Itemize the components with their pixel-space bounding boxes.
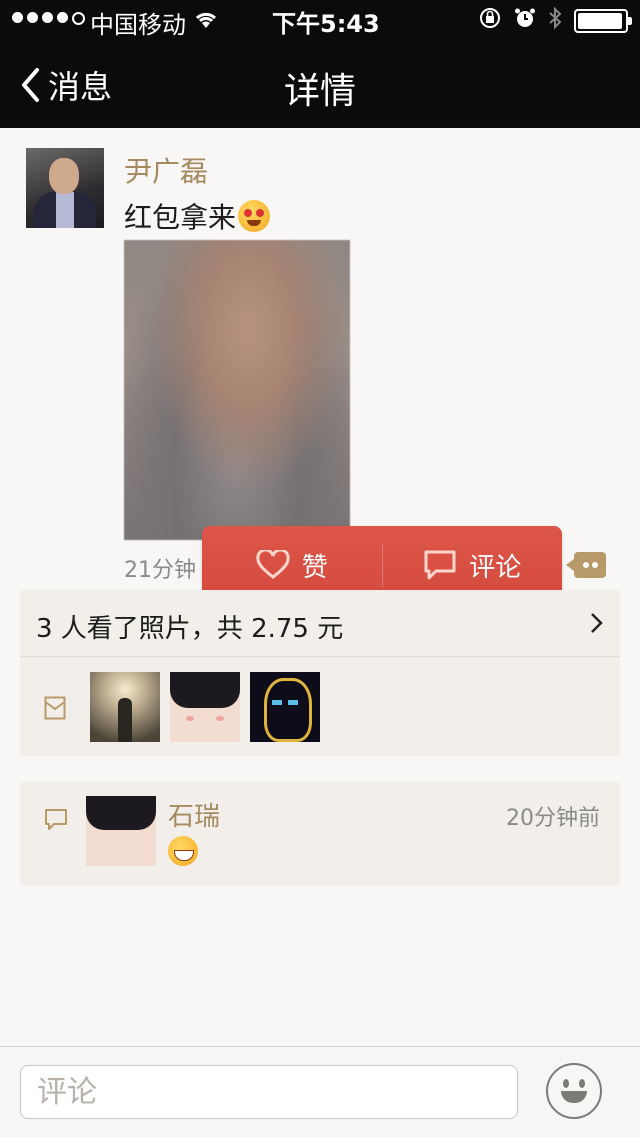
comment-bar bbox=[0, 1046, 640, 1137]
page-title: 详情 bbox=[283, 71, 356, 112]
viewer-avatar[interactable] bbox=[250, 672, 320, 742]
comment-bubble-icon bbox=[424, 550, 456, 580]
comment-time: 20分钟前 bbox=[506, 806, 600, 831]
alarm-icon bbox=[514, 7, 536, 35]
viewers-panel: 3 人看了照片，共 2.75 元 bbox=[20, 590, 620, 756]
blurred-photo[interactable] bbox=[124, 240, 350, 540]
status-time: 下午5:43 bbox=[272, 10, 380, 38]
top-bar: 中国移动 下午5:43 消息 详情 bbox=[0, 0, 640, 128]
like-label: 赞 bbox=[301, 552, 328, 583]
grin-emoji-icon bbox=[168, 836, 198, 866]
viewers-summary: 3 人看了照片，共 2.75 元 bbox=[36, 614, 344, 644]
bluetooth-icon bbox=[548, 6, 562, 36]
battery-icon bbox=[574, 9, 632, 33]
commenter-avatar[interactable] bbox=[86, 796, 156, 866]
comment-input[interactable] bbox=[20, 1065, 518, 1119]
viewers-summary-row[interactable]: 3 人看了照片，共 2.75 元 bbox=[20, 590, 620, 657]
post-text-content: 红包拿来 bbox=[124, 201, 237, 234]
rotation-lock-icon bbox=[478, 6, 502, 36]
emoji-button[interactable] bbox=[546, 1063, 602, 1119]
author-name[interactable]: 尹广磊 bbox=[124, 150, 208, 190]
signal-strength-icon bbox=[12, 12, 85, 25]
post-text: 红包拿来 bbox=[124, 196, 271, 236]
comments-panel: 石瑞 20分钟前 bbox=[20, 782, 620, 886]
viewer-avatar[interactable] bbox=[90, 672, 160, 742]
heart-icon bbox=[256, 550, 290, 579]
viewer-avatar[interactable] bbox=[170, 672, 240, 742]
commenter-name[interactable]: 石瑞 bbox=[168, 796, 220, 833]
comment-label: 评论 bbox=[469, 552, 522, 583]
wifi-icon bbox=[194, 8, 218, 36]
red-envelope-icon bbox=[44, 696, 66, 720]
carrier-label: 中国移动 bbox=[90, 11, 186, 39]
heart-eyes-emoji-icon bbox=[238, 200, 271, 232]
chevron-right-icon bbox=[591, 613, 603, 633]
status-bar: 中国移动 下午5:43 bbox=[0, 0, 640, 40]
post-time: 21分钟 bbox=[124, 558, 196, 583]
comment-icon bbox=[45, 809, 67, 830]
author-avatar[interactable] bbox=[26, 148, 104, 228]
more-actions-button[interactable] bbox=[566, 552, 606, 578]
